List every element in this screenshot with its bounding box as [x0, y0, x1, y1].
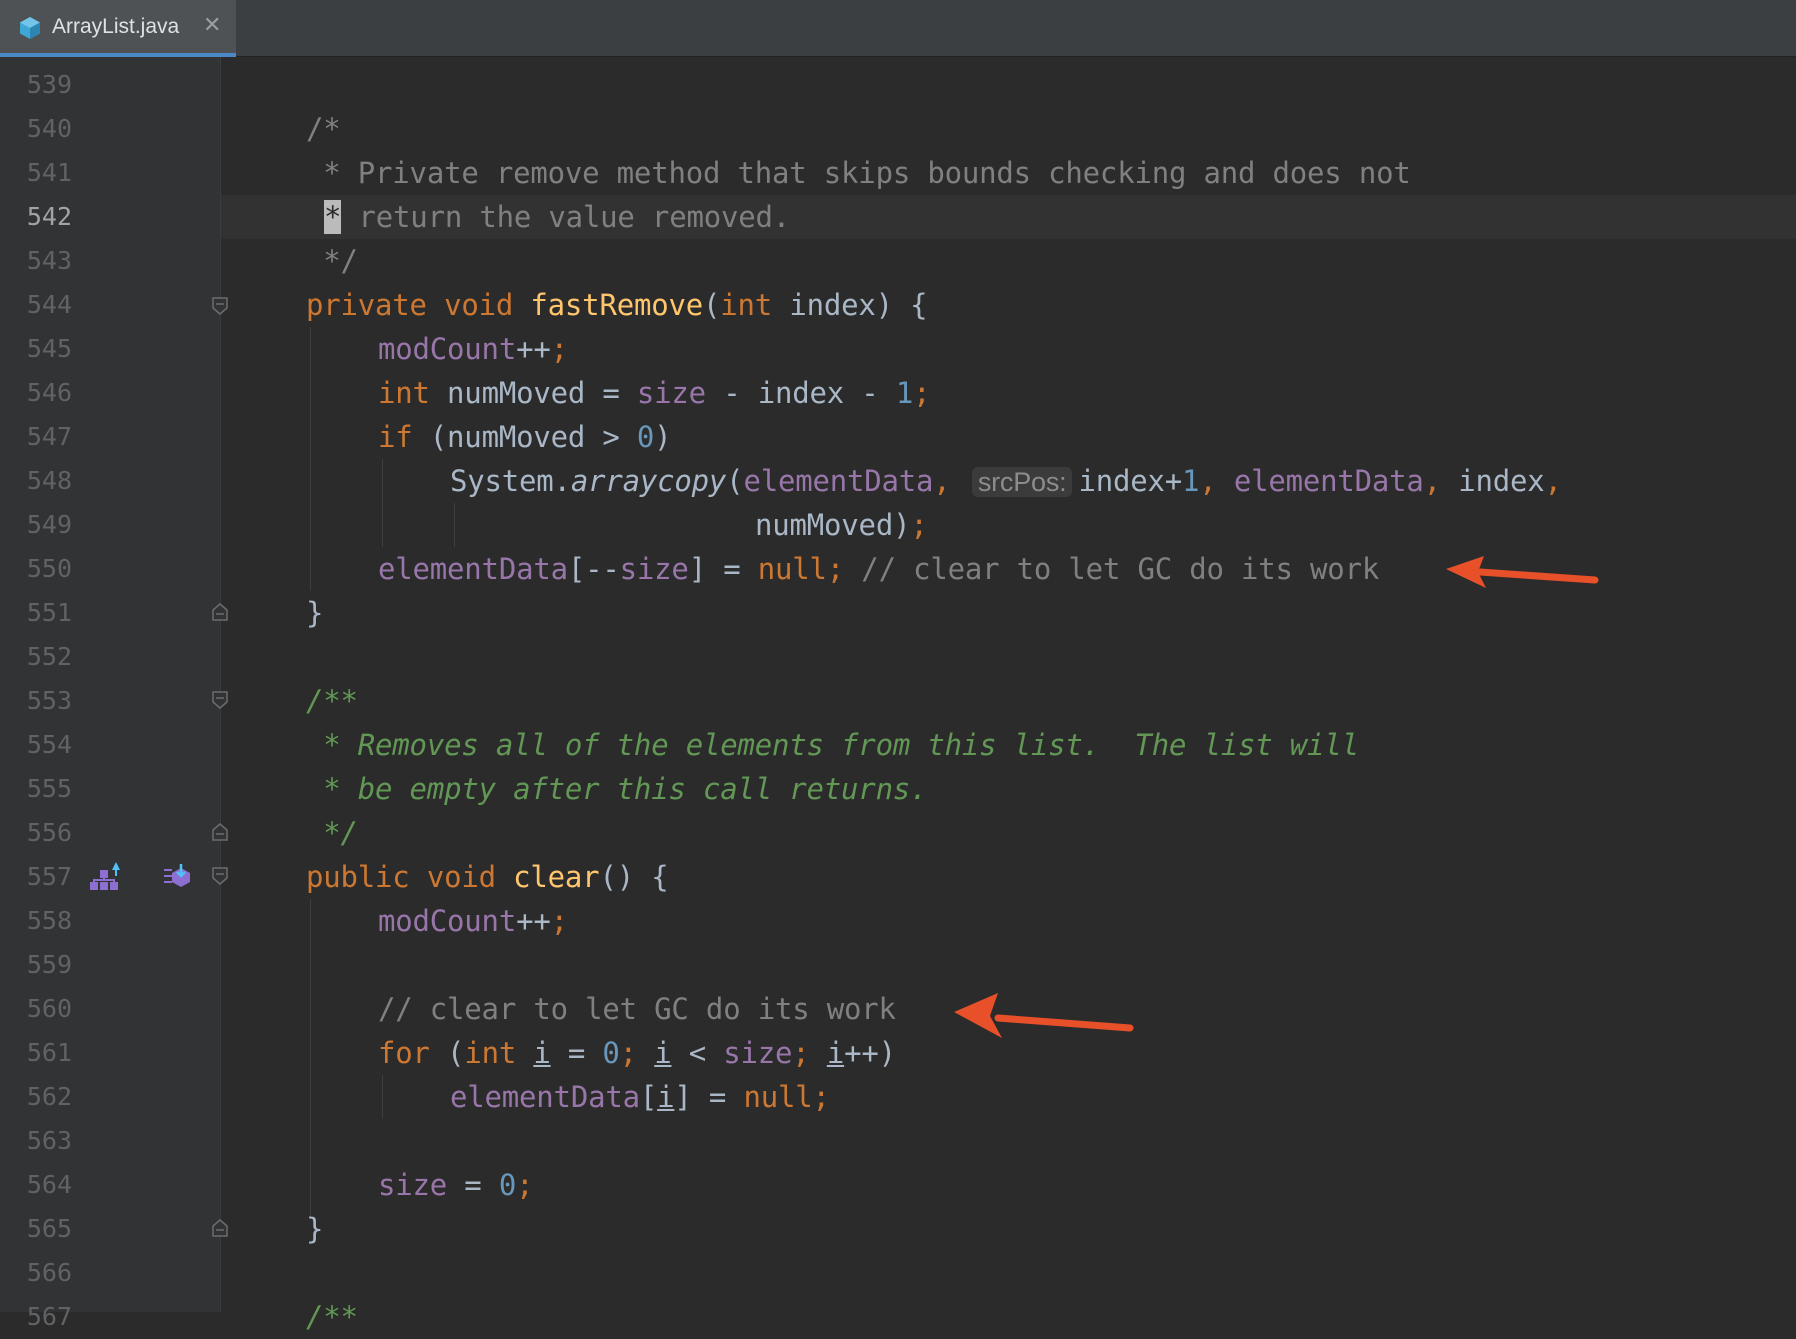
code-line-542: * return the value removed.: [324, 200, 791, 234]
code-line-546: int numMoved = size - index - 1;: [378, 376, 931, 410]
line-number: 544: [26, 290, 72, 319]
fold-icon[interactable]: [212, 297, 228, 315]
close-tab-icon[interactable]: ✕: [203, 14, 221, 36]
line-number: 553: [26, 686, 72, 715]
indent-guide: [310, 327, 311, 591]
line-number: 565: [26, 1214, 72, 1243]
code-line-554: * Removes all of the elements from this …: [306, 728, 1359, 762]
line-number: 539: [26, 70, 72, 99]
code-line-557: public void clear() {: [306, 860, 669, 894]
line-number: 551: [26, 598, 72, 627]
line-number: 552: [26, 642, 72, 671]
unfold-icon[interactable]: [212, 1219, 228, 1237]
code-line-558: modCount++;: [378, 904, 568, 938]
editor-tab-bar: ArrayList.java ✕: [0, 0, 1796, 57]
gutter-separator: [220, 57, 221, 1312]
code-line-543: */: [306, 244, 358, 278]
line-number: 558: [26, 906, 72, 935]
code-line-549: numMoved);: [755, 508, 928, 542]
unfold-icon[interactable]: [212, 823, 228, 841]
line-number: 541: [26, 158, 72, 187]
text-caret: *: [324, 200, 342, 234]
code-line-553: /**: [306, 684, 358, 718]
line-number: 556: [26, 818, 72, 847]
code-line-555: * be empty after this call returns.: [306, 772, 928, 806]
fold-icon[interactable]: [212, 867, 228, 885]
tab-title: ArrayList.java: [52, 15, 180, 38]
line-number: 560: [26, 994, 72, 1023]
code-line-550: elementData[--size] = null; // clear to …: [378, 552, 1380, 586]
code-line-547: if (numMoved > 0): [378, 420, 672, 454]
unfold-icon[interactable]: [212, 603, 228, 621]
line-number: 543: [26, 246, 72, 275]
line-number: 566: [26, 1258, 72, 1287]
indent-guide: [310, 899, 311, 1219]
line-number: 563: [26, 1126, 72, 1155]
annotation-arrow: [954, 993, 1134, 1038]
line-number: 561: [26, 1038, 72, 1067]
overrides-icon[interactable]: [162, 862, 192, 890]
code-line-562: elementData[i] = null;: [450, 1080, 830, 1114]
line-number: 554: [26, 730, 72, 759]
parameter-hint: srcPos:: [971, 467, 1073, 497]
line-number: 545: [26, 334, 72, 363]
code-line-541: * Private remove method that skips bound…: [306, 156, 1411, 190]
code-line-564: size = 0;: [378, 1168, 534, 1202]
hierarchy-icon[interactable]: [86, 858, 122, 894]
code-line-561: for (int i = 0; i < size; i++): [378, 1036, 896, 1070]
line-number-current: 542: [26, 202, 72, 231]
line-number: 546: [26, 378, 72, 407]
line-number: 557: [26, 862, 72, 891]
fold-icon[interactable]: [212, 691, 228, 709]
indent-guide: [454, 503, 455, 547]
tab-arraylist-java[interactable]: ArrayList.java ✕: [0, 0, 236, 57]
line-number: 564: [26, 1170, 72, 1199]
annotation-arrow: [1446, 556, 1599, 588]
line-number: 547: [26, 422, 72, 451]
code-line-565: }: [306, 1212, 324, 1246]
line-number: 562: [26, 1082, 72, 1111]
code-line-544: private void fastRemove(int index) {: [306, 288, 928, 322]
code-line-567: /**: [306, 1300, 358, 1334]
line-number: 550: [26, 554, 72, 583]
code-line-540: /*: [306, 112, 341, 146]
line-number: 555: [26, 774, 72, 803]
indent-guide: [382, 459, 383, 547]
line-number: 540: [26, 114, 72, 143]
indent-guide: [382, 1075, 383, 1119]
line-number: 549: [26, 510, 72, 539]
line-number: 548: [26, 466, 72, 495]
java-class-icon: [20, 17, 40, 39]
code-line-556: */: [306, 816, 358, 850]
line-number: 559: [26, 950, 72, 979]
code-line-545: modCount++;: [378, 332, 568, 366]
code-line-560: // clear to let GC do its work: [378, 992, 896, 1026]
code-line-551: }: [306, 596, 324, 630]
line-number: 567: [26, 1302, 72, 1331]
code-line-548: System.arraycopy(elementData, srcPos: ind…: [450, 464, 1562, 498]
